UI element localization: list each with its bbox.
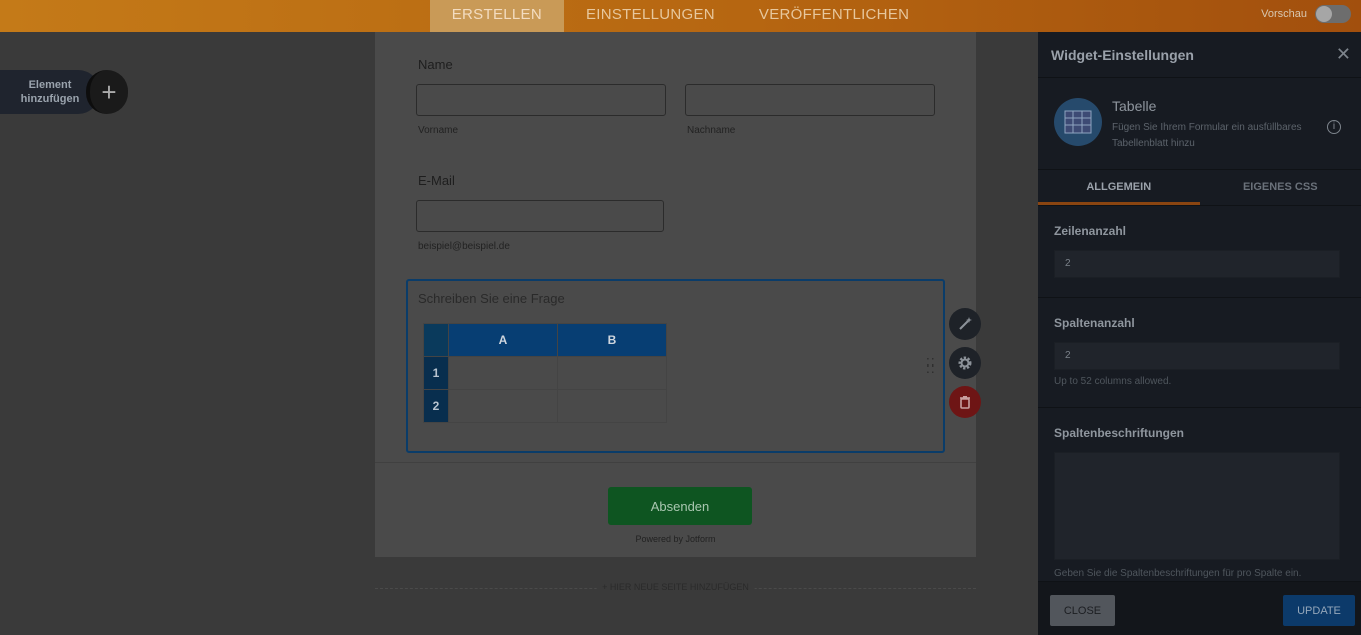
column-labels-hint: Geben Sie die Spaltenbeschriftungen für … bbox=[1054, 568, 1302, 579]
row-header-2: 2 bbox=[423, 389, 449, 423]
tab-erstellen[interactable]: ERSTELLEN bbox=[429, 0, 564, 32]
first-name-input[interactable] bbox=[416, 84, 666, 116]
powered-by: Powered by Jotform bbox=[635, 534, 716, 544]
table-corner bbox=[423, 323, 449, 357]
submit-button[interactable]: Absenden bbox=[608, 487, 752, 525]
column-header-a: A bbox=[448, 323, 558, 357]
tab-eigenes-css[interactable]: EIGENES CSS bbox=[1200, 170, 1361, 205]
panel-tabs: ALLGEMEIN EIGENES CSS bbox=[1038, 170, 1361, 206]
name-label: Name bbox=[418, 57, 453, 72]
last-name-input[interactable] bbox=[685, 84, 935, 116]
close-button[interactable]: CLOSE bbox=[1050, 595, 1115, 626]
panel-footer: CLOSE UPDATE bbox=[1038, 581, 1361, 635]
email-sublabel: beispiel@beispiel.de bbox=[418, 241, 510, 252]
table-cell[interactable] bbox=[557, 389, 667, 423]
columns-input[interactable]: 2 bbox=[1054, 342, 1340, 370]
columns-label: Spaltenanzahl bbox=[1054, 316, 1135, 330]
info-icon[interactable]: i bbox=[1327, 120, 1341, 134]
preview-toggle[interactable] bbox=[1315, 5, 1351, 23]
column-labels-textarea[interactable] bbox=[1054, 452, 1340, 560]
first-name-sublabel: Vorname bbox=[418, 125, 459, 136]
main-tabs: ERSTELLEN EINSTELLUNGEN VERÖFFENTLICHEN bbox=[429, 0, 932, 32]
add-new-page-label: + HIER NEUE SEITE HINZUFÜGEN bbox=[596, 582, 755, 592]
table-widget-field[interactable]: Schreiben Sie eine Frage A B 1 2 bbox=[406, 279, 945, 453]
add-element-label: Element hinzufügen bbox=[0, 70, 100, 114]
widget-info: Tabelle Fügen Sie Ihrem Formular ein aus… bbox=[1038, 78, 1361, 170]
column-header-b: B bbox=[557, 323, 667, 357]
trash-icon bbox=[960, 396, 970, 409]
top-bar: ERSTELLEN EINSTELLUNGEN VERÖFFENTLICHEN … bbox=[0, 0, 1361, 32]
magic-wand-icon bbox=[959, 317, 972, 330]
add-element-button[interactable]: + bbox=[86, 70, 128, 114]
table-cell[interactable] bbox=[448, 356, 558, 390]
last-name-sublabel: Nachname bbox=[687, 125, 736, 136]
add-new-page[interactable]: + HIER NEUE SEITE HINZUFÜGEN bbox=[375, 580, 976, 596]
email-label: E-Mail bbox=[418, 173, 455, 188]
settings-button[interactable] bbox=[949, 347, 981, 379]
column-labels-section: Spaltenbeschriftungen Geben Sie die Spal… bbox=[1038, 408, 1361, 579]
widget-name: Tabelle bbox=[1112, 98, 1157, 114]
tab-veroeffentlichen[interactable]: VERÖFFENTLICHEN bbox=[737, 0, 931, 32]
drag-handle-icon[interactable]: ⁚⁚ ⁚⁚ bbox=[926, 357, 936, 375]
rows-label: Zeilenanzahl bbox=[1054, 224, 1127, 238]
columns-hint: Up to 52 columns allowed. bbox=[1054, 376, 1172, 387]
gear-icon bbox=[958, 356, 972, 370]
rows-section: Zeilenanzahl 2 bbox=[1038, 206, 1361, 298]
column-labels-label: Spaltenbeschriftungen bbox=[1054, 426, 1185, 440]
row-header-1: 1 bbox=[423, 356, 449, 390]
widget-description: Fügen Sie Ihrem Formular ein ausfüllbare… bbox=[1112, 122, 1302, 149]
panel-header: Widget-Einstellungen ✕ bbox=[1038, 32, 1361, 78]
widget-settings-panel: Widget-Einstellungen ✕ Tabelle Fügen Sie… bbox=[1038, 32, 1361, 635]
spreadsheet-table: A B 1 2 bbox=[423, 323, 667, 423]
preview-control: Vorschau bbox=[1261, 5, 1351, 23]
plus-icon: + bbox=[101, 76, 117, 107]
table-widget-icon bbox=[1054, 98, 1102, 146]
update-button[interactable]: UPDATE bbox=[1283, 595, 1355, 626]
columns-section: Spaltenanzahl 2 Up to 52 columns allowed… bbox=[1038, 298, 1361, 408]
table-cell[interactable] bbox=[448, 389, 558, 423]
tab-allgemein[interactable]: ALLGEMEIN bbox=[1038, 170, 1200, 205]
magic-wand-button[interactable] bbox=[949, 308, 981, 340]
close-icon[interactable]: ✕ bbox=[1336, 44, 1351, 65]
add-element-control[interactable]: Element hinzufügen + bbox=[0, 70, 128, 114]
tab-einstellungen[interactable]: EINSTELLUNGEN bbox=[564, 0, 737, 32]
email-input[interactable] bbox=[416, 200, 664, 232]
form-canvas: Name Vorname Nachname E-Mail beispiel@be… bbox=[375, 32, 976, 557]
rows-input[interactable]: 2 bbox=[1054, 250, 1340, 278]
table-icon bbox=[1064, 110, 1092, 134]
panel-title: Widget-Einstellungen bbox=[1051, 46, 1194, 63]
delete-button[interactable] bbox=[949, 386, 981, 418]
table-cell[interactable] bbox=[557, 356, 667, 390]
field-tools bbox=[949, 308, 981, 425]
question-text[interactable]: Schreiben Sie eine Frage bbox=[418, 291, 565, 306]
preview-label: Vorschau bbox=[1261, 8, 1307, 20]
form-divider bbox=[375, 462, 976, 463]
